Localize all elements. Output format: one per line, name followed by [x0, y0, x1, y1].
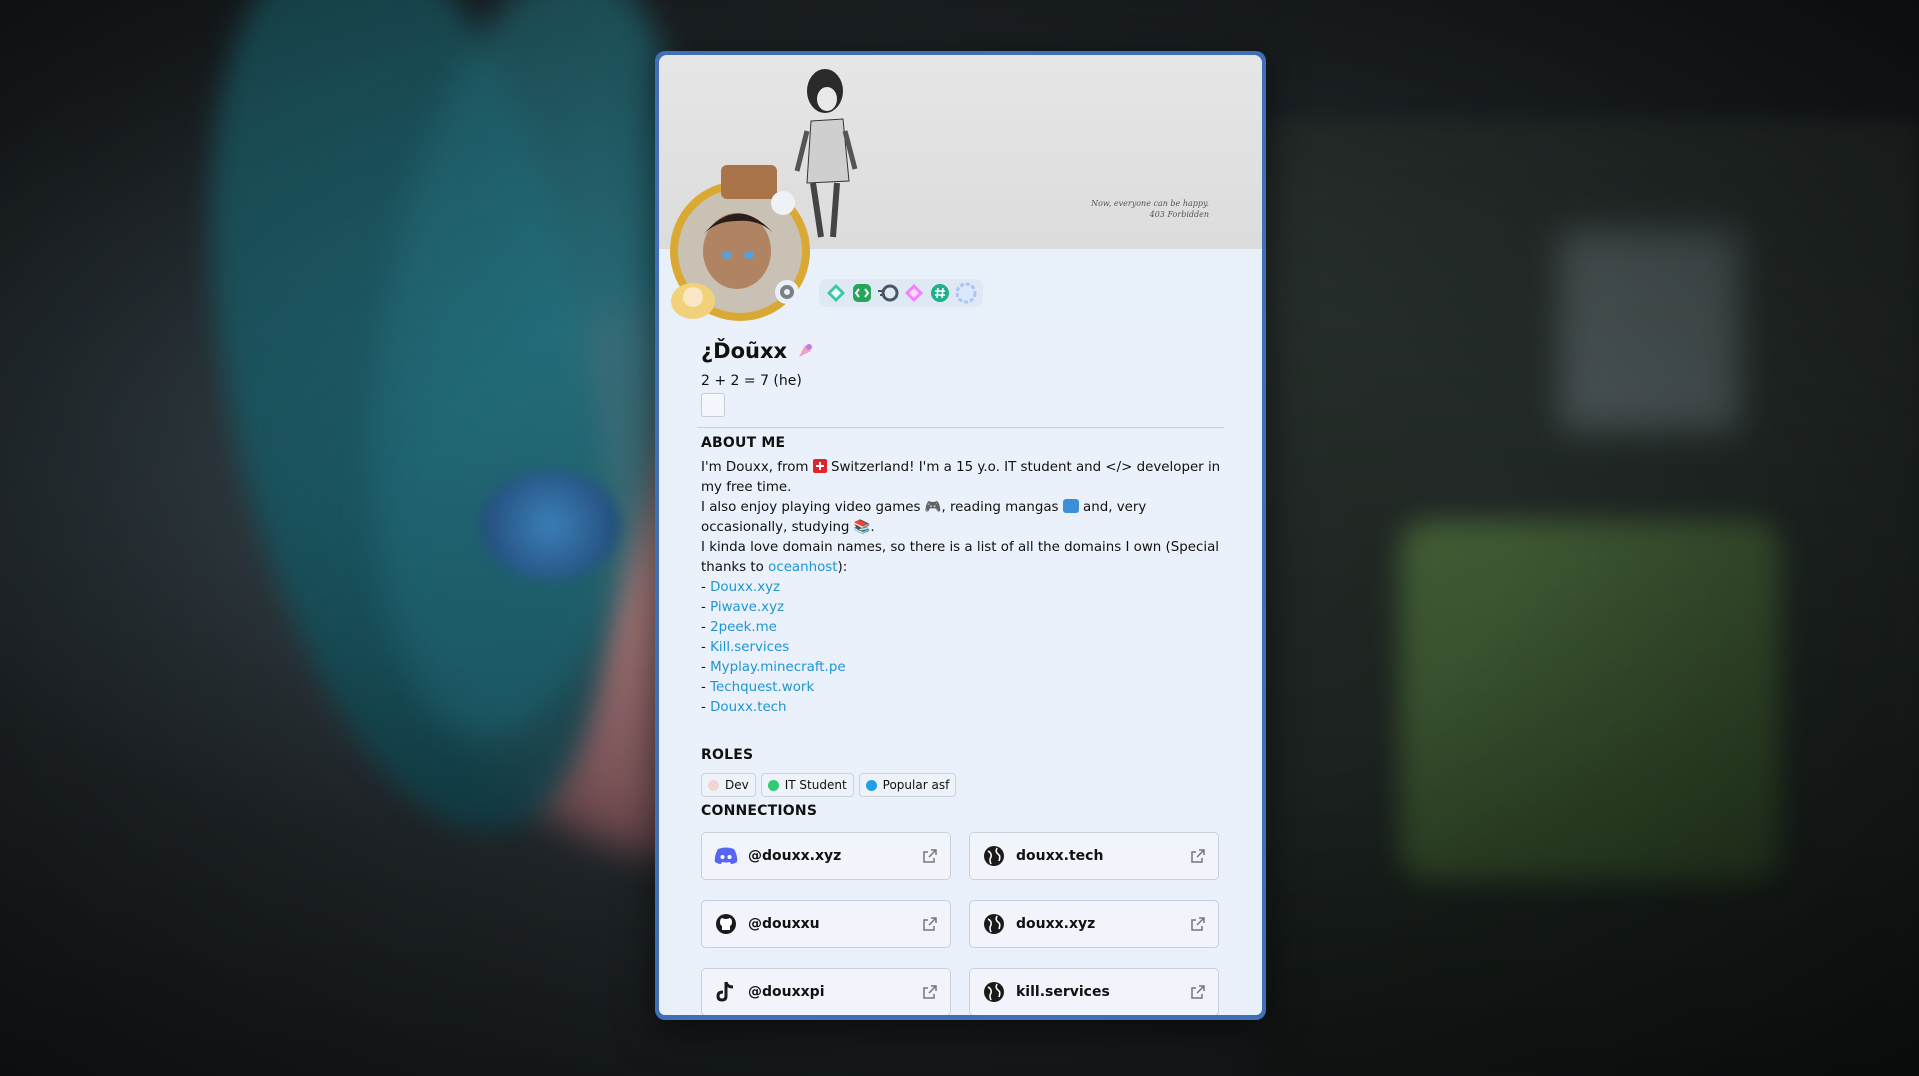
connection-github[interactable]: @douxxu	[701, 900, 951, 948]
quest-badge[interactable]	[877, 282, 899, 304]
role-chip[interactable]: Dev	[701, 773, 756, 797]
connections-title: CONNECTIONS	[701, 803, 818, 819]
globe-icon	[982, 912, 1006, 936]
role-chip[interactable]: IT Student	[760, 773, 854, 797]
external-link-icon[interactable]	[1190, 916, 1206, 932]
external-link-icon[interactable]	[922, 848, 938, 864]
connection-discord[interactable]: @douxx.xyz	[701, 832, 951, 880]
connection-website[interactable]: kill.services	[969, 968, 1219, 1015]
manga-icon	[1062, 499, 1079, 513]
connection-tiktok[interactable]: @douxxpi	[701, 968, 951, 1015]
profile-card: Now, everyone can be happy. 403 Forbidde…	[655, 51, 1266, 1020]
external-link-icon[interactable]	[922, 916, 938, 932]
boost-badge[interactable]	[955, 282, 977, 304]
banner-caption: Now, everyone can be happy. 403 Forbidde…	[1091, 199, 1209, 219]
active-developer-badge[interactable]	[851, 282, 873, 304]
domain-link[interactable]: Techquest.work	[710, 680, 814, 695]
connection-website[interactable]: douxx.tech	[969, 832, 1219, 880]
globe-icon	[982, 844, 1006, 868]
sparkle-icon	[799, 344, 813, 357]
domain-link[interactable]: Piwave.xyz	[710, 600, 784, 615]
swiss-flag-icon	[812, 459, 827, 473]
about-title: ABOUT ME	[701, 435, 786, 451]
name-row: ¿Ďoũxx	[701, 339, 815, 363]
nitro-badge[interactable]	[903, 282, 925, 304]
hypesquad-balance-badge[interactable]	[825, 282, 847, 304]
gamepad-icon: 🎮	[924, 500, 942, 515]
books-icon: 📚	[853, 520, 871, 535]
external-link-icon[interactable]	[1190, 848, 1206, 864]
offline-status-icon	[780, 285, 794, 299]
role-color-dot	[767, 779, 779, 791]
external-link-icon[interactable]	[1190, 984, 1206, 1000]
tiktok-icon	[714, 980, 738, 1004]
divider	[697, 427, 1224, 428]
note-box[interactable]	[701, 393, 725, 417]
status-indicator	[775, 280, 799, 304]
domain-link[interactable]: Myplay.minecraft.pe	[710, 660, 845, 675]
about-text: I'm Douxx, from Switzerland! I'm a 15 y.…	[701, 458, 1221, 718]
role-list: Dev IT Student Popular asf	[701, 773, 957, 797]
globe-icon	[982, 980, 1006, 1004]
domain-link[interactable]: Douxx.xyz	[710, 580, 780, 595]
pronouns: 2 + 2 = 7 (he)	[701, 373, 802, 389]
domain-link[interactable]: 2peek.me	[710, 620, 777, 635]
display-name: ¿Ďoũxx	[701, 339, 788, 363]
profile-body: ¿Ďoũxx 2 + 2 = 7 (he) ABOUT ME I'm Douxx…	[679, 323, 1242, 1015]
role-color-dot	[708, 779, 719, 791]
badge-list	[819, 279, 983, 307]
role-chip[interactable]: Popular asf	[858, 773, 957, 797]
oceanhost-link[interactable]: oceanhost	[768, 560, 837, 575]
role-color-dot	[865, 779, 877, 791]
github-icon	[714, 912, 738, 936]
connection-website[interactable]: douxx.xyz	[969, 900, 1219, 948]
domain-link[interactable]: Kill.services	[710, 640, 789, 655]
hashtag-badge[interactable]	[929, 282, 951, 304]
roles-title: ROLES	[701, 747, 754, 763]
discord-icon	[714, 844, 738, 868]
domain-link[interactable]: Douxx.tech	[710, 700, 786, 715]
external-link-icon[interactable]	[922, 984, 938, 1000]
domain-list: - Douxx.xyz - Piwave.xyz - 2peek.me - Ki…	[701, 580, 846, 715]
